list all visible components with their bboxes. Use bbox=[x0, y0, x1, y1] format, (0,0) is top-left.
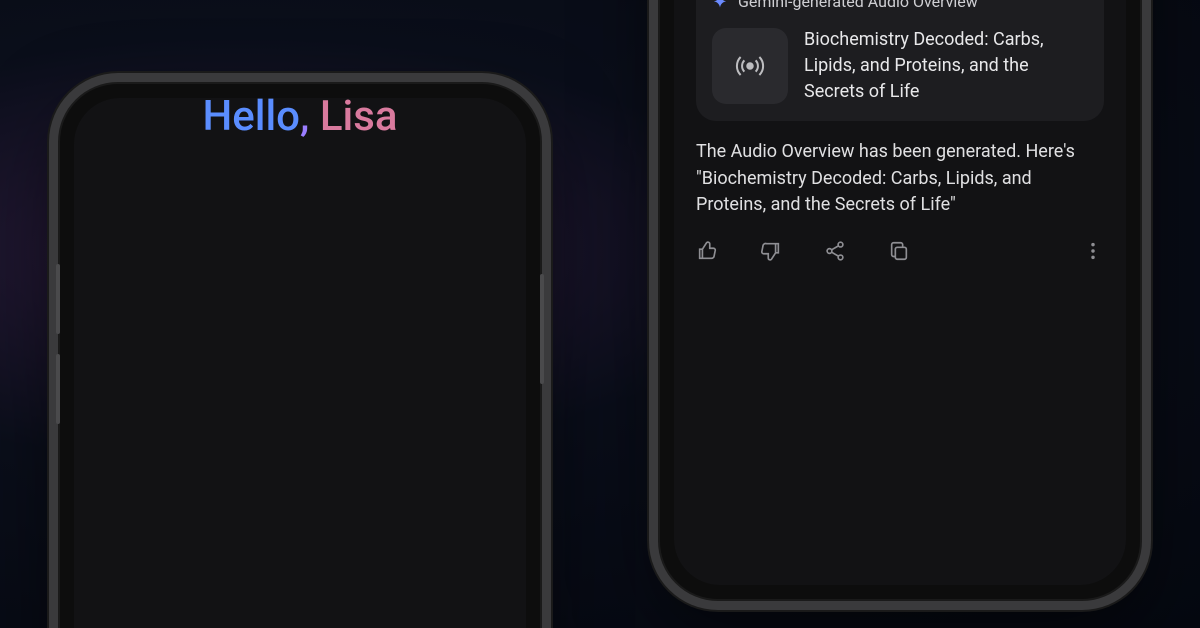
more-vert-icon bbox=[1082, 240, 1104, 262]
chat-thread: Generate Audio Overview Biochem 101 clas… bbox=[674, 0, 1126, 280]
volume-up-button bbox=[56, 264, 60, 334]
copy-button[interactable] bbox=[888, 240, 910, 262]
screen-right: Generate Audio Overview Biochem 101 clas… bbox=[674, 0, 1126, 585]
more-button[interactable] bbox=[1082, 240, 1104, 262]
greeting-comma: , bbox=[300, 98, 320, 141]
broadcast-icon bbox=[735, 51, 765, 81]
assistant-reply-2: The Audio Overview has been generated. H… bbox=[696, 139, 1104, 217]
audio-overview-header: Gemini-generated Audio Overview bbox=[712, 0, 1088, 13]
greeting-hello: Hello bbox=[202, 98, 300, 141]
greeting: Hello, Lisa bbox=[74, 98, 526, 141]
screen-left: Hello, Lisa Generate Audio Overview bbox=[74, 98, 526, 628]
audio-thumb bbox=[712, 28, 788, 104]
thumbs-down-button[interactable] bbox=[760, 240, 782, 262]
power-button bbox=[540, 274, 544, 384]
copy-icon bbox=[888, 240, 910, 262]
audio-overview-header-text: Gemini-generated Audio Overview bbox=[738, 0, 978, 13]
phone-mockup-right: Generate Audio Overview Biochem 101 clas… bbox=[660, 0, 1140, 599]
gemini-spark-icon bbox=[712, 0, 728, 10]
volume-down-button bbox=[56, 354, 60, 424]
audio-overview-title: Biochemistry Decoded: Carbs, Lipids, and… bbox=[804, 27, 1088, 105]
share-icon bbox=[824, 240, 846, 262]
phone-mockup-left: Hello, Lisa Generate Audio Overview bbox=[60, 84, 540, 628]
audio-overview-card[interactable]: Gemini-generated Audio Overview Biochemi… bbox=[696, 0, 1104, 121]
thumbs-down-icon bbox=[760, 240, 782, 262]
thumbs-up-button[interactable] bbox=[696, 240, 718, 262]
greeting-name: Lisa bbox=[320, 98, 398, 141]
message-toolbar bbox=[696, 236, 1104, 262]
share-button[interactable] bbox=[824, 240, 846, 262]
thumbs-up-icon bbox=[696, 240, 718, 262]
